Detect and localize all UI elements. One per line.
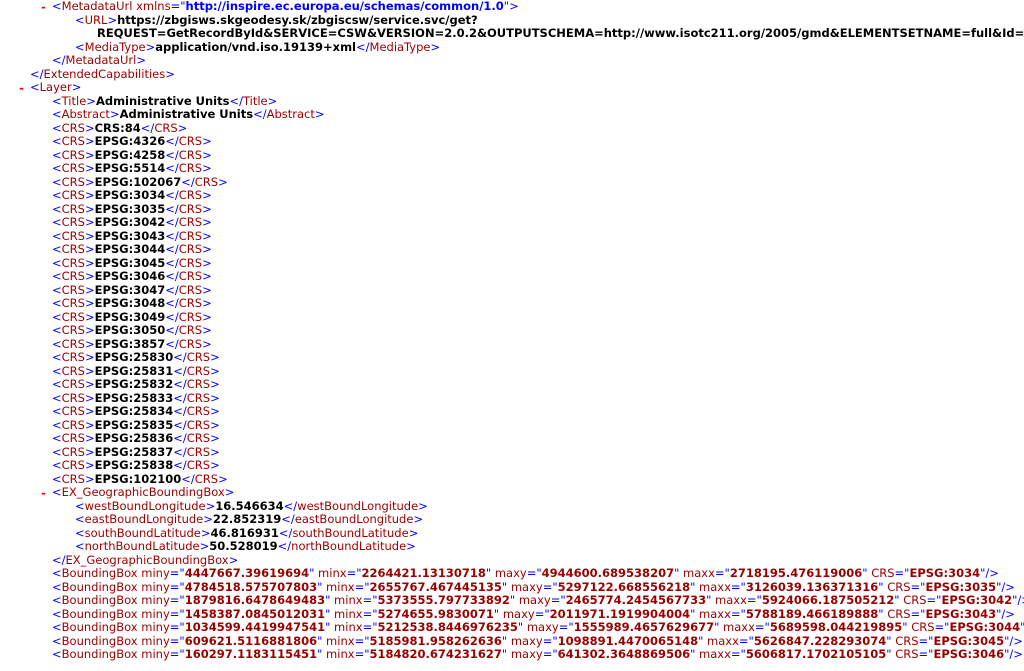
bounding-box-line: <BoundingBox miny="160297.1183115451" mi… xyxy=(52,647,1023,661)
bbox-attr-minx: 2655767.467445135 xyxy=(369,579,502,594)
crs-value: EPSG:25831 xyxy=(94,363,174,378)
bbox-attr-miny: 160297.1183115451 xyxy=(184,647,318,661)
bbox-attr-maxy: 1555989.4657629677 xyxy=(573,620,715,634)
bbox-attr-minx: 5274655.9830071 xyxy=(377,606,494,621)
crs-value: CRS:84 xyxy=(94,120,141,135)
collapse-toggle-metadataurl[interactable]: - xyxy=(40,0,47,14)
crs-value: EPSG:3035 xyxy=(94,201,166,216)
bbox-attr-minx: 5212538.8446976235 xyxy=(377,620,518,634)
bound-value: 50.528019 xyxy=(209,539,278,553)
bbox-attr-maxy: 2011971.1919904004 xyxy=(549,606,691,621)
bbox-attr-maxy: 641302.3648869506 xyxy=(557,647,691,661)
bbox-attr-maxx: 2718195.476119006 xyxy=(729,566,863,580)
bbox-attr-maxy: 5297122.668556218 xyxy=(557,579,691,594)
crs-value: EPSG:3043 xyxy=(94,228,166,243)
bbox-attr-minx: 5184820.674231627 xyxy=(369,647,502,661)
bbox-attr-crs: EPSG:3044 xyxy=(949,620,1021,634)
bbox-attr-miny: 4784518.575707803 xyxy=(184,579,318,594)
crs-value: EPSG:25833 xyxy=(94,390,174,405)
bbox-attr-miny: 609621.5116881806 xyxy=(184,633,318,648)
bbox-attr-maxx: 5924066.187505212 xyxy=(761,593,895,607)
bbox-attr-miny: 1458387.0845012031 xyxy=(184,606,326,621)
bbox-attr-crs: EPSG:3043 xyxy=(925,606,997,621)
bbox-attr-crs: EPSG:3035 xyxy=(925,579,997,594)
bbox-attr-maxy: 1098891.4470065148 xyxy=(557,633,699,648)
crs-value: EPSG:3857 xyxy=(94,336,166,351)
bound-value: 46.816931 xyxy=(210,525,279,540)
crs-value: EPSG:25838 xyxy=(94,458,174,472)
crs-value: EPSG:25837 xyxy=(94,444,174,459)
crs-value: EPSG:3034 xyxy=(94,188,166,202)
crs-value: EPSG:3049 xyxy=(94,309,166,324)
bbox-attr-crs: EPSG:3046 xyxy=(933,647,1005,661)
crs-value: EPSG:3046 xyxy=(94,269,166,283)
bbox-attr-maxy: 4944600.689538207 xyxy=(541,566,675,580)
bbox-attr-maxy: 2465774.2454567733 xyxy=(565,593,707,607)
bbox-attr-maxx: 5689598.044219895 xyxy=(769,620,903,634)
bbox-attr-minx: 2264421.13130718 xyxy=(361,566,486,580)
bbox-attr-maxx: 5788189.466189888 xyxy=(745,606,879,621)
bbox-attr-crs: EPSG:3042 xyxy=(941,593,1013,607)
crs-value: EPSG:5514 xyxy=(94,161,166,175)
crs-value: EPSG:25832 xyxy=(94,377,174,391)
bbox-attr-minx: 5373555.797733892 xyxy=(377,593,510,607)
bbox-attr-maxx: 5606817.1702105105 xyxy=(745,647,887,661)
crs-value: EPSG:3042 xyxy=(94,215,166,229)
crs-value: EPSG:25835 xyxy=(94,417,174,432)
crs-value: EPSG:25830 xyxy=(94,350,174,364)
bbox-attr-miny: 4447667.39619694 xyxy=(184,566,310,580)
bbox-attr-maxx: 5626847.228293074 xyxy=(753,633,887,648)
bound-value: 16.546634 xyxy=(215,498,284,513)
crs-value: EPSG:3050 xyxy=(94,323,166,337)
bbox-attr-miny: 1034599.4419947541 xyxy=(184,620,326,634)
crs-value: EPSG:4258 xyxy=(94,147,166,162)
collapse-toggle-layer[interactable]: - xyxy=(18,81,25,95)
xml-document-view: - <MetadataUrl xmlns="http://inspire.ec.… xyxy=(0,0,1024,671)
crs-value: EPSG:102067 xyxy=(94,174,182,189)
bbox-attr-crs: EPSG:3045 xyxy=(933,633,1005,648)
crs-value: EPSG:4326 xyxy=(94,134,166,148)
collapse-toggle-geographic-bbox[interactable]: - xyxy=(40,486,47,500)
bbox-attr-minx: 5185981.958262636 xyxy=(369,633,502,648)
crs-value: EPSG:102100 xyxy=(94,471,182,486)
bbox-attr-miny: 1879816.6478649483 xyxy=(184,593,326,607)
crs-value: EPSG:3048 xyxy=(94,296,166,310)
crs-value: EPSG:3047 xyxy=(94,282,166,297)
crs-value: EPSG:25836 xyxy=(94,431,174,445)
crs-value: EPSG:3045 xyxy=(94,255,166,270)
crs-value: EPSG:25834 xyxy=(94,404,174,418)
bbox-attr-crs: EPSG:3034 xyxy=(909,566,981,580)
bound-value: 22.852319 xyxy=(212,512,282,526)
crs-value: EPSG:3044 xyxy=(94,242,166,256)
bbox-attr-maxx: 3126039.136371316 xyxy=(745,579,879,594)
